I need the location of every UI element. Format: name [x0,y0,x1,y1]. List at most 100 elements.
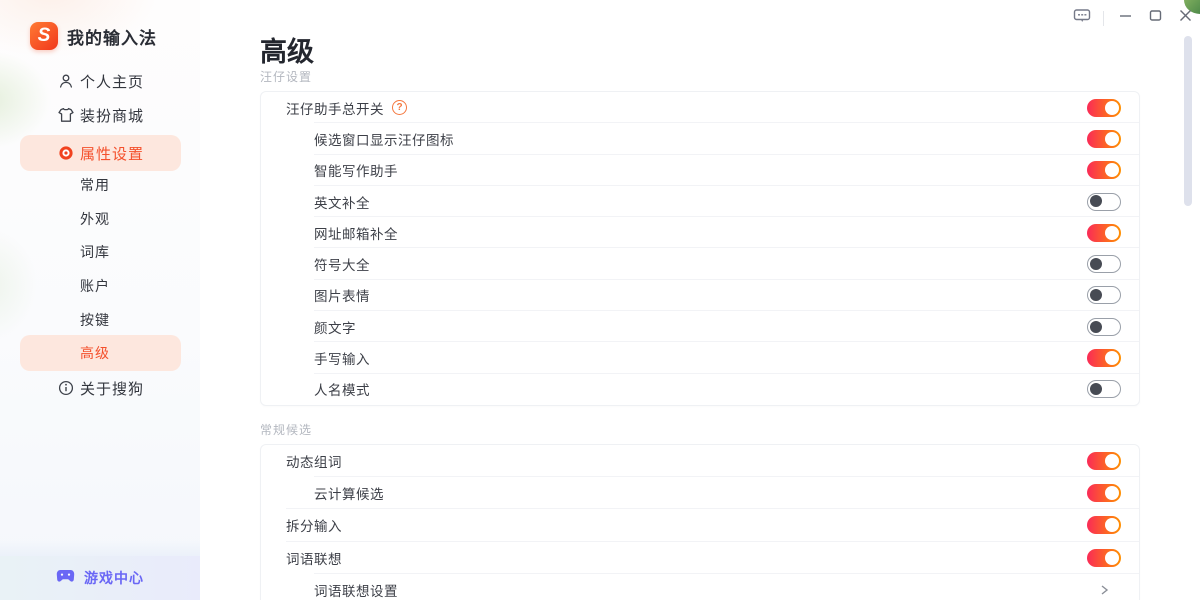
setting-label: 颜文字 [314,317,356,337]
titlebar-divider [1103,11,1104,26]
toggle-off[interactable] [1087,193,1121,211]
feedback-button[interactable] [1067,3,1097,33]
sidebar-item-profile[interactable]: 个人主页 [0,67,200,95]
setting-label: 汪仔助手总开关 [286,98,384,118]
setting-label: 候选窗口显示汪仔图标 [314,129,454,149]
game-center-label: 游戏中心 [84,568,144,588]
sidebar-subitem-common[interactable]: 常用 [0,171,200,199]
setting-label: 人名模式 [314,379,370,399]
toggle-knob [1105,518,1119,532]
help-icon[interactable]: ? [392,100,407,115]
app-window: S 我的输入法 个人主页 装扮商城 [0,0,1200,600]
game-center-button[interactable]: 游戏中心 [0,556,200,600]
setting-label: 智能写作助手 [314,160,398,180]
section-label: 汪仔设置 [260,68,1140,85]
maximize-icon [1149,9,1162,27]
setting-label: 网址邮箱补全 [314,223,398,243]
sidebar-item-settings[interactable]: 属性设置 [0,139,200,167]
sidebar-subitem-account[interactable]: 账户 [0,272,200,300]
settings-card: 汪仔助手总开关? 候选窗口显示汪仔图标智能写作助手英文补全网址邮箱补全符号大全图片… [260,91,1140,406]
setting-label: 图片表情 [314,285,370,305]
maximize-button[interactable] [1140,3,1170,33]
sidebar-item-about[interactable]: 关于搜狗 [0,374,200,402]
settings-row: 云计算候选 [261,477,1139,509]
toggle-knob [1105,132,1119,146]
sidebar-item-label: 关于搜狗 [80,378,144,399]
scrollbar-thumb[interactable] [1184,36,1192,206]
settings-row: 智能写作助手 [261,155,1139,186]
sidebar-item-label: 装扮商城 [80,105,144,126]
close-icon [1179,9,1192,27]
sogou-logo: S [30,22,58,50]
page-title: 高级 [260,30,314,69]
sidebar-subitem-label: 词库 [80,242,110,262]
sidebar-item-shop[interactable]: 装扮商城 [0,101,200,129]
toggle-off[interactable] [1087,286,1121,304]
settings-sections: 汪仔设置汪仔助手总开关? 候选窗口显示汪仔图标智能写作助手英文补全网址邮箱补全符号… [260,68,1140,600]
settings-row: 颜文字 [261,311,1139,342]
toggle-knob [1105,551,1119,565]
setting-label: 词语联想 [286,548,342,568]
sidebar-subitem-appearance[interactable]: 外观 [0,205,200,233]
toggle-on[interactable] [1087,549,1121,567]
toggle-on[interactable] [1087,130,1121,148]
sidebar-subitem-lexicon[interactable]: 词库 [0,238,200,266]
app-title: 我的输入法 [67,24,157,49]
sidebar-item-label: 个人主页 [80,71,144,92]
titlebar [1067,0,1200,36]
toggle-on[interactable] [1087,99,1121,117]
sidebar-subitem-label: 高级 [80,343,110,363]
settings-row: 英文补全 [261,186,1139,217]
person-icon [58,73,74,89]
settings-row: 网址邮箱补全 [261,217,1139,248]
toggle-knob [1090,383,1102,395]
toggle-on[interactable] [1087,452,1121,470]
main-content: 高级 汪仔设置汪仔助手总开关? 候选窗口显示汪仔图标智能写作助手英文补全网址邮箱补… [200,0,1200,600]
setting-label: 词语联想设置 [314,580,398,600]
toggle-on[interactable] [1087,349,1121,367]
sidebar-subitem-label: 外观 [80,209,110,229]
toggle-knob [1105,226,1119,240]
toggle-knob [1090,321,1102,333]
donut-gear-icon [58,145,74,161]
toggle-off[interactable] [1087,255,1121,273]
setting-label: 云计算候选 [314,483,384,503]
setting-label: 动态组词 [286,451,342,471]
app-logo-row: S 我的输入法 [30,22,157,50]
toggle-knob [1105,163,1119,177]
toggle-knob [1090,258,1102,270]
sidebar-subitem-label: 账户 [80,276,110,296]
gamepad-icon [56,569,75,588]
setting-label: 手写输入 [314,348,370,368]
settings-row: 候选窗口显示汪仔图标 [261,123,1139,154]
toggle-off[interactable] [1087,380,1121,398]
speech-bubble-dots-icon [1073,8,1091,29]
close-button[interactable] [1170,3,1200,33]
toggle-off[interactable] [1087,318,1121,336]
settings-row: 拆分输入 [261,509,1139,541]
setting-label: 英文补全 [314,192,370,212]
toggle-on[interactable] [1087,224,1121,242]
toggle-on[interactable] [1087,161,1121,179]
section-label: 常规候选 [260,421,1140,438]
toggle-knob [1090,289,1102,301]
chevron-right-icon[interactable] [1087,583,1121,597]
toggle-knob [1105,454,1119,468]
minimize-icon [1119,9,1132,27]
tshirt-icon [58,107,74,123]
sidebar-subitem-advanced[interactable]: 高级 [0,339,200,367]
settings-card: 动态组词云计算候选拆分输入词语联想词语联想设置 [260,444,1140,600]
settings-row: 词语联想 [261,542,1139,574]
minimize-button[interactable] [1110,3,1140,33]
info-icon [58,380,74,396]
toggle-knob [1105,351,1119,365]
settings-row: 手写输入 [261,342,1139,373]
sidebar: S 我的输入法 个人主页 装扮商城 [0,0,200,600]
toggle-on[interactable] [1087,516,1121,534]
sidebar-subitem-label: 常用 [80,175,110,195]
settings-row: 动态组词 [261,445,1139,477]
sidebar-subitem-keys[interactable]: 按键 [0,306,200,334]
sidebar-item-label: 属性设置 [80,143,144,164]
toggle-on[interactable] [1087,484,1121,502]
setting-label: 符号大全 [314,254,370,274]
